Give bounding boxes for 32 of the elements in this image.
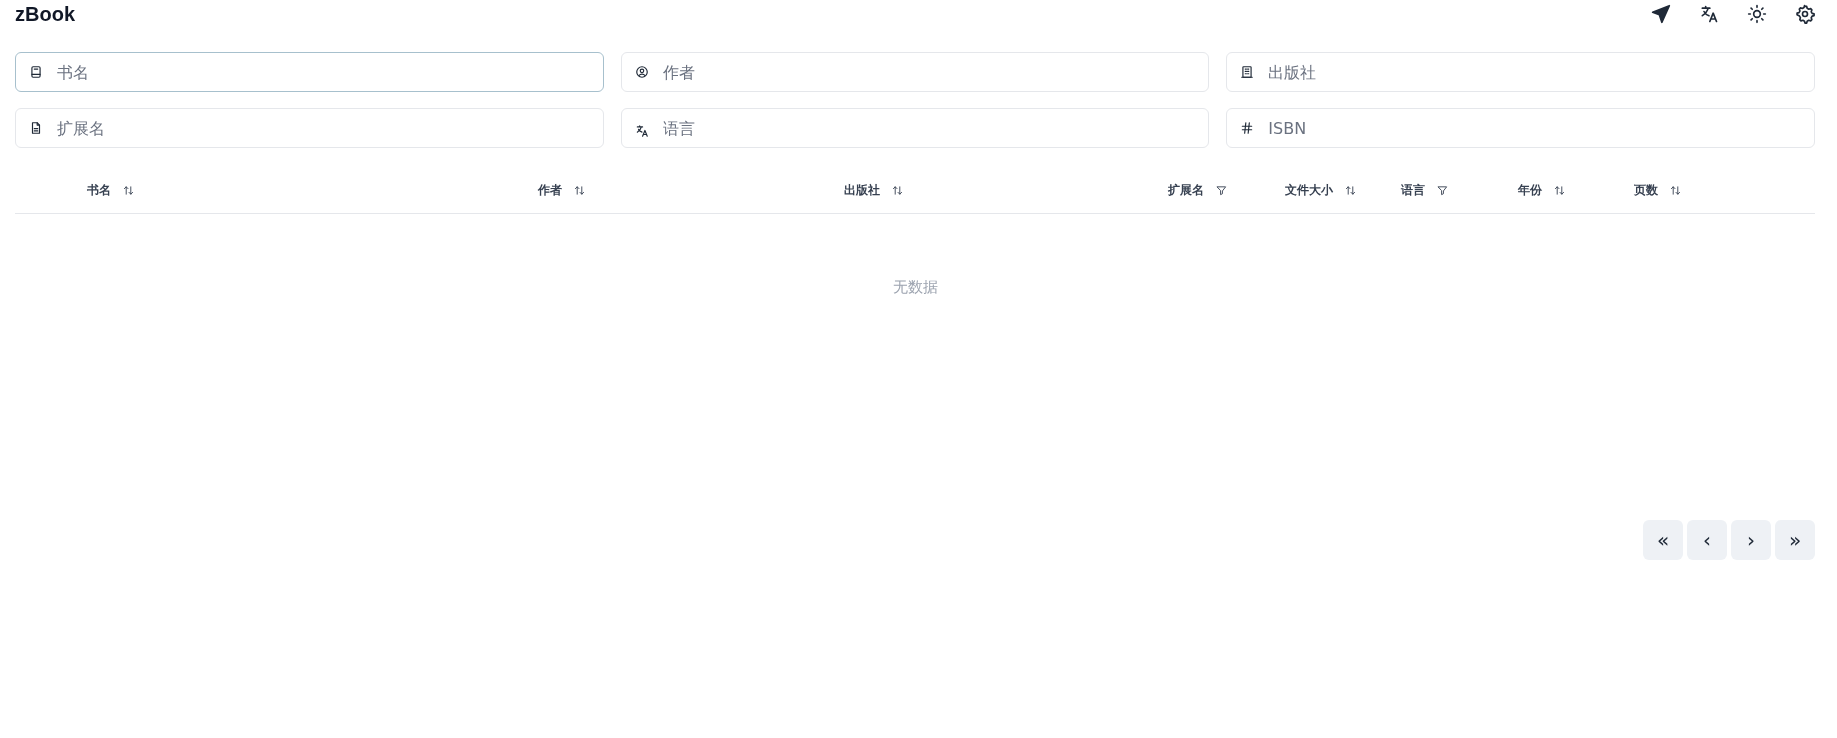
user-circle-icon (634, 65, 649, 79)
previous-page-button[interactable]: ‹ (1687, 520, 1727, 560)
sort-icon[interactable] (123, 185, 134, 196)
sort-icon[interactable] (574, 185, 585, 196)
column-header[interactable]: 语言 (1401, 182, 1425, 199)
sort-icon[interactable] (892, 185, 903, 196)
column-header[interactable]: 作者 (538, 182, 562, 199)
sort-icon[interactable] (1554, 185, 1565, 196)
filter-icon[interactable] (1216, 185, 1227, 196)
column-header[interactable]: 出版社 (844, 182, 880, 199)
column-header[interactable]: 页数 (1634, 182, 1658, 199)
send-icon[interactable] (1651, 4, 1671, 24)
sort-icon[interactable] (1345, 185, 1356, 196)
building-icon (1240, 65, 1255, 79)
first-page-button[interactable]: « (1643, 520, 1683, 560)
hash-icon (1240, 121, 1255, 135)
search-field[interactable]: 书名 (15, 52, 604, 92)
column-header[interactable]: 书名 (87, 182, 111, 199)
settings-icon[interactable] (1795, 4, 1815, 24)
column-header[interactable]: 扩展名 (1168, 182, 1204, 199)
empty-message: 无数据 (892, 278, 938, 298)
last-page-button[interactable]: » (1775, 520, 1815, 560)
sort-icon[interactable] (1670, 185, 1681, 196)
translate-icon[interactable] (1699, 4, 1719, 24)
filter-icon[interactable] (1437, 185, 1448, 196)
column-header[interactable]: 文件大小 (1285, 182, 1333, 199)
column-header[interactable]: 年份 (1518, 182, 1542, 199)
app-title: zBook (15, 2, 75, 26)
next-page-button[interactable]: › (1731, 520, 1771, 560)
sun-icon[interactable] (1747, 4, 1767, 24)
file-icon (29, 121, 43, 135)
book-icon (29, 65, 43, 79)
